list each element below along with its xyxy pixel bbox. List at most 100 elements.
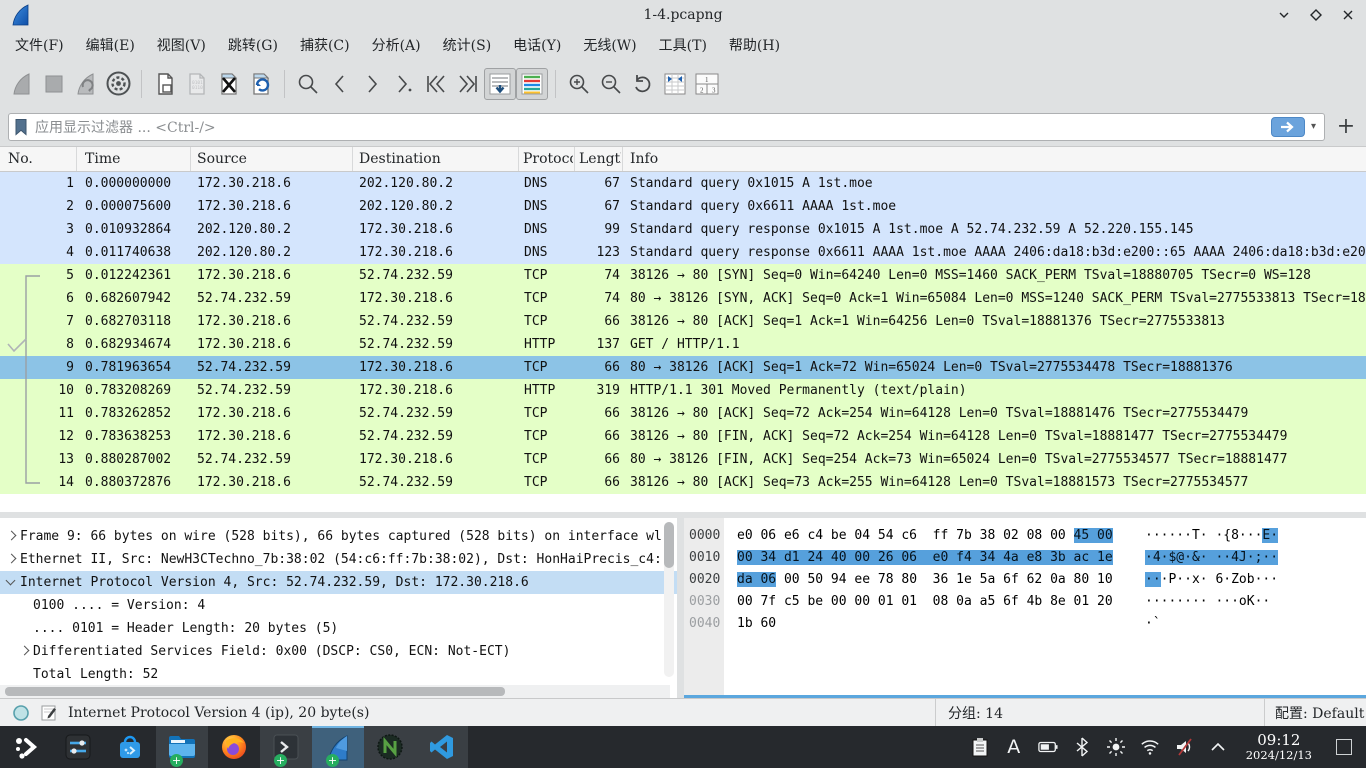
add-filter-button[interactable]: + [1334, 116, 1358, 138]
previous-packet-icon[interactable] [324, 68, 356, 100]
volume-muted-icon[interactable] [1174, 737, 1194, 757]
colorize-icon[interactable] [516, 68, 548, 100]
detail-row[interactable]: Internet Protocol Version 4, Src: 52.74.… [0, 571, 677, 594]
taskbar-app-launcher[interactable] [0, 726, 52, 768]
detail-row[interactable]: .... 0101 = Header Length: 20 bytes (5) [0, 617, 677, 640]
detail-row[interactable]: Total Length: 52 [0, 663, 677, 686]
column-header-time[interactable]: Time [85, 147, 185, 171]
menu-file[interactable]: 文件(F) [4, 31, 75, 59]
menu-capture[interactable]: 捕获(C) [289, 31, 361, 59]
last-packet-icon[interactable] [452, 68, 484, 100]
next-packet-icon[interactable] [356, 68, 388, 100]
taskbar-vscode[interactable] [416, 726, 468, 768]
capture-comment-icon[interactable] [40, 704, 58, 722]
hex-bytes[interactable]: da 06 00 50 94 ee 78 80 36 1e 5a 6f 62 0… [737, 569, 1119, 591]
hex-ascii[interactable]: ·` [1145, 613, 1161, 635]
menu-help[interactable]: 帮助(H) [718, 31, 791, 59]
menu-view[interactable]: 视图(V) [146, 31, 217, 59]
column-header-info[interactable]: Info [630, 147, 830, 171]
zoom-out-icon[interactable] [595, 68, 627, 100]
filter-bookmark-icon[interactable] [13, 118, 29, 136]
restart-capture-icon[interactable] [70, 68, 102, 100]
hex-bytes[interactable]: 00 7f c5 be 00 00 01 01 08 0a a5 6f 4b 8… [737, 591, 1119, 613]
first-packet-icon[interactable] [420, 68, 452, 100]
column-header-length[interactable]: Length [579, 147, 621, 171]
wifi-icon[interactable] [1140, 737, 1160, 757]
resize-columns-icon[interactable] [659, 68, 691, 100]
hex-row[interactable]: 003000 7f c5 be 00 00 01 01 08 0a a5 6f … [684, 591, 1366, 613]
detail-row[interactable]: Ethernet II, Src: NewH3CTechno_7b:38:02 … [0, 548, 677, 571]
show-desktop-button[interactable] [1336, 739, 1352, 755]
column-header-destination[interactable]: Destination [359, 147, 513, 171]
detail-row[interactable]: Frame 9: 66 bytes on wire (528 bits), 66… [0, 525, 677, 548]
capture-options-icon[interactable] [102, 68, 134, 100]
packet-row[interactable]: 70.682703118172.30.218.652.74.232.59TCP6… [0, 310, 1366, 333]
packet-row[interactable]: 30.010932864202.120.80.2172.30.218.6DNS9… [0, 218, 1366, 241]
hex-bytes[interactable]: e0 06 e6 c4 be 04 54 c6 ff 7b 38 02 08 0… [737, 525, 1119, 547]
find-packet-icon[interactable] [292, 68, 324, 100]
packet-row[interactable]: 60.68260794252.74.232.59172.30.218.6TCP7… [0, 287, 1366, 310]
packet-row[interactable]: 10.000000000172.30.218.6202.120.80.2DNS6… [0, 172, 1366, 195]
taskbar-firefox[interactable] [208, 726, 260, 768]
packet-row[interactable]: 40.011740638202.120.80.2172.30.218.6DNS1… [0, 241, 1366, 264]
menu-wireless[interactable]: 无线(W) [572, 31, 647, 59]
auto-scroll-icon[interactable] [484, 68, 516, 100]
hex-ascii[interactable]: ········ ···oK·· [1145, 591, 1278, 613]
start-capture-icon[interactable] [6, 68, 38, 100]
packet-row[interactable]: 90.78196365452.74.232.59172.30.218.6TCP6… [0, 356, 1366, 379]
packet-row[interactable]: 120.783638253172.30.218.652.74.232.59TCP… [0, 425, 1366, 448]
hex-ascii[interactable]: ······T· ·{8···E· [1145, 525, 1278, 547]
column-header-source[interactable]: Source [197, 147, 347, 171]
taskbar-system-settings[interactable] [52, 726, 104, 768]
save-file-icon[interactable]: 01010110 [181, 68, 213, 100]
packet-row[interactable]: 140.880372876172.30.218.652.74.232.59TCP… [0, 471, 1366, 494]
reload-file-icon[interactable] [245, 68, 277, 100]
hex-row[interactable]: 00401b 60·` [684, 613, 1366, 635]
hex-row[interactable]: 0020da 06 00 50 94 ee 78 80 36 1e 5a 6f … [684, 569, 1366, 591]
menu-go[interactable]: 跳转(G) [217, 31, 289, 59]
close-button[interactable] [1340, 7, 1356, 23]
column-header-protocol[interactable]: Protocol [523, 147, 573, 171]
chevron-right-icon[interactable] [6, 531, 16, 541]
packet-row[interactable]: 130.88028700252.74.232.59172.30.218.6TCP… [0, 448, 1366, 471]
bluetooth-icon[interactable] [1072, 737, 1092, 757]
taskbar-discover[interactable] [104, 726, 156, 768]
hex-row[interactable]: 001000 34 d1 24 40 00 26 06 e0 f4 34 4a … [684, 547, 1366, 569]
hex-bytes[interactable]: 1b 60 [737, 613, 1119, 635]
clipboard-icon[interactable] [970, 737, 990, 757]
layout-icon[interactable]: 123 [691, 68, 723, 100]
taskbar-neovim[interactable] [364, 726, 416, 768]
menu-statistics[interactable]: 统计(S) [432, 31, 503, 59]
details-vertical-scrollbar[interactable] [664, 522, 674, 677]
brightness-icon[interactable] [1106, 737, 1126, 757]
chevron-right-icon[interactable] [19, 646, 29, 656]
battery-icon[interactable] [1038, 737, 1058, 757]
keyboard-layout-icon[interactable]: A [1004, 737, 1024, 757]
packet-row[interactable]: 50.012242361172.30.218.652.74.232.59TCP7… [0, 264, 1366, 287]
zoom-in-icon[interactable] [563, 68, 595, 100]
details-horizontal-scrollbar[interactable] [0, 685, 670, 698]
taskbar-wireshark[interactable]: + [312, 726, 364, 768]
minimize-button[interactable] [1276, 7, 1292, 23]
maximize-button[interactable] [1308, 7, 1324, 23]
stop-capture-icon[interactable] [38, 68, 70, 100]
taskbar-terminal[interactable]: + [260, 726, 312, 768]
detail-row[interactable]: 0100 .... = Version: 4 [0, 594, 677, 617]
goto-packet-icon[interactable] [388, 68, 420, 100]
column-header-no[interactable]: No. [8, 147, 72, 171]
packet-row[interactable]: 80.682934674172.30.218.652.74.232.59HTTP… [0, 333, 1366, 356]
hex-bytes[interactable]: 00 34 d1 24 40 00 26 06 e0 f4 34 4a e8 3… [737, 547, 1119, 569]
hex-row[interactable]: 0000e0 06 e6 c4 be 04 54 c6 ff 7b 38 02 … [684, 525, 1366, 547]
clock[interactable]: 09:12 2024/12/13 [1246, 732, 1312, 761]
expert-info-icon[interactable] [12, 704, 30, 722]
chevron-down-icon[interactable] [6, 577, 16, 587]
hex-ascii[interactable]: ·4·$@·&· ··4J·;·· [1145, 547, 1278, 569]
menu-edit[interactable]: 编辑(E) [75, 31, 146, 59]
apply-filter-icon[interactable] [1271, 117, 1305, 137]
statusbar-profile[interactable]: 配置: Default [1264, 699, 1366, 726]
taskbar-file-manager[interactable]: + [156, 726, 208, 768]
packet-row[interactable]: 20.000075600172.30.218.6202.120.80.2DNS6… [0, 195, 1366, 218]
packet-row[interactable]: 100.78320826952.74.232.59172.30.218.6HTT… [0, 379, 1366, 402]
open-file-icon[interactable] [149, 68, 181, 100]
close-file-icon[interactable] [213, 68, 245, 100]
